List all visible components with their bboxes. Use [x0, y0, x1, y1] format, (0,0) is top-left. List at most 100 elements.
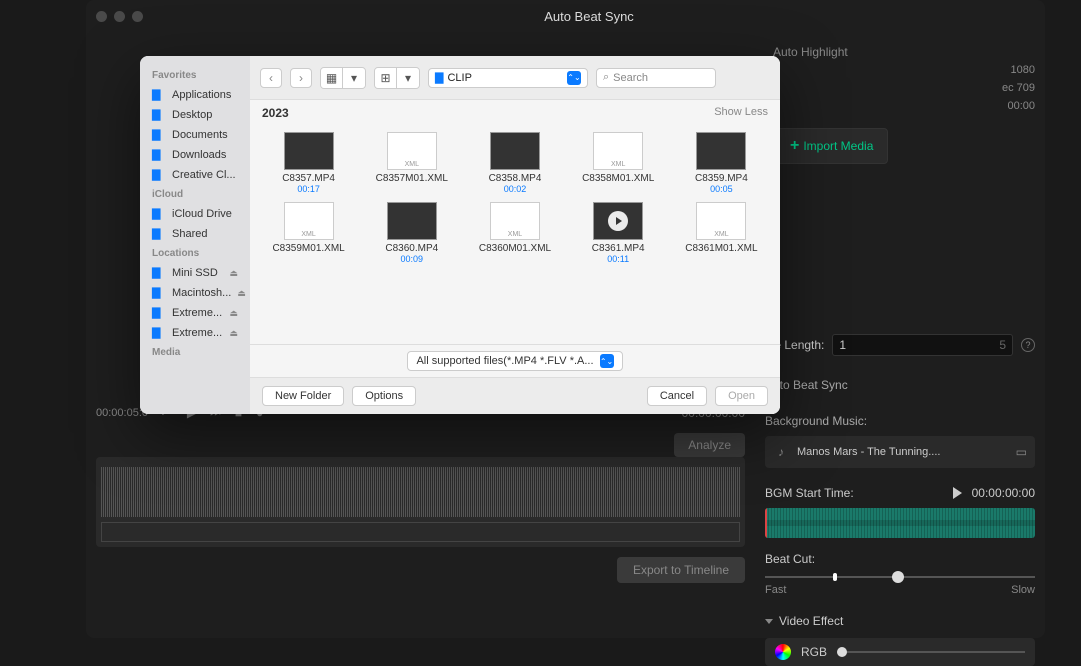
folder-icon: ▇: [152, 148, 166, 162]
file-grid: C8357.MP400:17C8357M01.XMLC8358.MP400:02…: [250, 126, 780, 344]
list-view-icon[interactable]: ▾: [343, 68, 365, 88]
xml-file-icon: [490, 202, 540, 240]
close-window[interactable]: [96, 11, 107, 22]
sidebar-item[interactable]: ▇Mini SSD⏏: [140, 263, 250, 283]
folder-icon: ▇: [152, 266, 166, 280]
meta-codec: ec 709: [1002, 82, 1035, 94]
sidebar-item[interactable]: ▇Downloads: [140, 145, 250, 165]
file-item[interactable]: C8357M01.XML: [361, 130, 462, 196]
open-folder-icon[interactable]: ▭: [1016, 445, 1027, 459]
rgb-slider[interactable]: [837, 651, 1025, 653]
options-button[interactable]: Options: [352, 386, 416, 406]
rgb-icon: [775, 644, 791, 660]
video-effect-label: Video Effect: [779, 614, 843, 628]
beat-cut-slider[interactable]: [765, 576, 1035, 578]
file-item[interactable]: C8357.MP400:17: [258, 130, 359, 196]
meta-res: 1080: [1011, 64, 1035, 76]
combo-arrow-icon: ⌃⌄: [600, 354, 614, 368]
file-item[interactable]: C8360.MP400:09: [361, 200, 462, 266]
folder-icon: ▇: [152, 128, 166, 142]
location-combo[interactable]: ▇ CLIP ⌃⌄: [428, 68, 588, 88]
sidebar-item[interactable]: ▇Macintosh...⏏: [140, 283, 250, 303]
minimize-window[interactable]: [114, 11, 125, 22]
sidebar-locations-label: Locations: [140, 244, 250, 263]
cancel-button[interactable]: Cancel: [647, 386, 707, 406]
sidebar-item[interactable]: ▇Shared: [140, 224, 250, 244]
beat-cut-label: Beat Cut:: [765, 552, 1035, 566]
file-item[interactable]: C8361M01.XML: [671, 200, 772, 266]
file-item[interactable]: C8360M01.XML: [464, 200, 565, 266]
folder-icon: ▇: [152, 227, 166, 241]
help-icon[interactable]: ?: [1021, 338, 1035, 352]
playhead[interactable]: [765, 508, 767, 538]
file-duration: 00:09: [401, 254, 424, 264]
sidebar-item[interactable]: ▇iCloud Drive: [140, 204, 250, 224]
sidebar-item[interactable]: ▇Documents: [140, 125, 250, 145]
file-item[interactable]: C8358M01.XML: [568, 130, 669, 196]
sidebar-item[interactable]: ▇Applications: [140, 85, 250, 105]
file-type-filter[interactable]: All supported files(*.MP4 *.FLV *.A... ⌃…: [407, 351, 622, 371]
search-input[interactable]: ⌕ Search: [596, 68, 716, 88]
music-row: ♪ Manos Mars - The Tunning.... ▭: [765, 436, 1035, 468]
import-media-button[interactable]: + Import Media: [775, 128, 888, 164]
show-less-link[interactable]: Show Less: [714, 106, 768, 120]
file-duration: 00:05: [710, 184, 733, 194]
bgm-waveform[interactable]: [765, 508, 1035, 538]
music-note-icon: ♪: [773, 444, 789, 460]
tab-auto-highlight[interactable]: Auto Highlight: [765, 40, 1035, 64]
file-item[interactable]: C8359M01.XML: [258, 200, 359, 266]
meta-time: 00:00: [1007, 100, 1035, 112]
location-label: CLIP: [447, 72, 471, 84]
nav-forward-button[interactable]: ›: [290, 68, 312, 88]
slider-thumb[interactable]: [892, 571, 904, 583]
slider-tick: [833, 573, 837, 581]
group-icon[interactable]: ⊞: [375, 68, 397, 88]
file-dialog-footer: New Folder Options Cancel Open: [250, 377, 780, 414]
sidebar-item[interactable]: ▇Extreme...⏏: [140, 323, 250, 343]
analyze-button[interactable]: Analyze: [674, 433, 745, 457]
file-item[interactable]: C8358.MP400:02: [464, 130, 565, 196]
eject-icon[interactable]: ⏏: [229, 328, 238, 339]
zoom-window[interactable]: [132, 11, 143, 22]
import-media-label: Import Media: [803, 139, 873, 153]
folder-icon: ▇: [152, 88, 166, 102]
rgb-thumb[interactable]: [837, 647, 847, 657]
export-button[interactable]: Export to Timeline: [617, 557, 745, 583]
timeline-waveform[interactable]: [96, 457, 745, 547]
rgb-label: RGB: [801, 645, 827, 659]
auto-beat-sync-label: Auto Beat Sync: [765, 378, 1035, 392]
view-mode-segment[interactable]: ▦ ▾: [320, 67, 366, 89]
file-name: C8358M01.XML: [582, 173, 654, 184]
video-thumbnail: [284, 132, 334, 170]
disclosure-icon: [765, 619, 773, 624]
icon-view-icon[interactable]: ▦: [321, 68, 343, 88]
file-duration: 00:02: [504, 184, 527, 194]
play-overlay-icon: [608, 211, 628, 231]
sidebar-media-label: Media: [140, 343, 250, 362]
new-folder-button[interactable]: New Folder: [262, 386, 344, 406]
file-name: C8360M01.XML: [479, 243, 551, 254]
file-filter-row: All supported files(*.MP4 *.FLV *.A... ⌃…: [250, 344, 780, 377]
group-chevron-icon[interactable]: ▾: [397, 68, 419, 88]
file-name: C8357.MP4: [282, 173, 335, 184]
editable-length-input[interactable]: 1 5: [832, 334, 1013, 356]
play-icon[interactable]: [953, 487, 962, 499]
eject-icon[interactable]: ⏏: [229, 268, 238, 279]
slider-fast-label: Fast: [765, 584, 786, 596]
background-music-label: Background Music:: [765, 414, 1035, 428]
sidebar-item[interactable]: ▇Desktop: [140, 105, 250, 125]
nav-back-button[interactable]: ‹: [260, 68, 282, 88]
sidebar-item[interactable]: ▇Creative Cl...: [140, 165, 250, 185]
open-button[interactable]: Open: [715, 386, 768, 406]
file-item[interactable]: C8359.MP400:05: [671, 130, 772, 196]
file-item[interactable]: C8361.MP400:11: [568, 200, 669, 266]
sidebar-item[interactable]: ▇Extreme...⏏: [140, 303, 250, 323]
video-effect-row[interactable]: Video Effect: [765, 614, 1035, 628]
eject-icon[interactable]: ⏏: [237, 288, 246, 299]
folder-icon: ▇: [152, 207, 166, 221]
eject-icon[interactable]: ⏏: [229, 308, 238, 319]
file-open-dialog: Favorites ▇Applications▇Desktop▇Document…: [140, 56, 780, 414]
group-segment[interactable]: ⊞ ▾: [374, 67, 420, 89]
video-thumbnail: [593, 202, 643, 240]
file-duration: 00:17: [297, 184, 320, 194]
